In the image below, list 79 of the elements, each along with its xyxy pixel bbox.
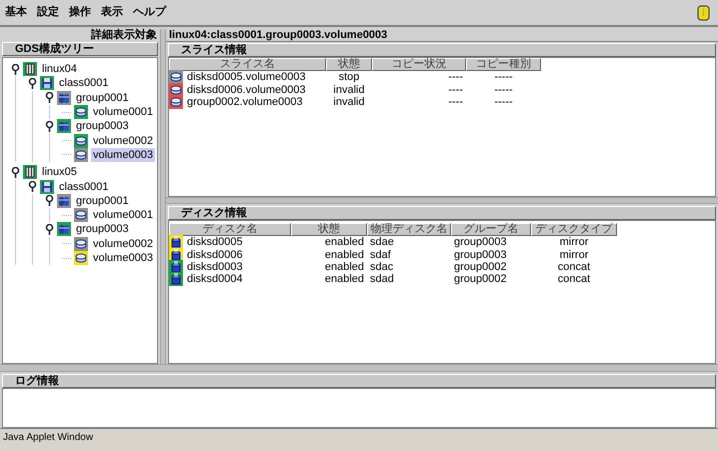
table-cell-text: enabled — [324, 236, 365, 248]
table-cell-text: ----- — [493, 96, 514, 108]
expand-handle-icon[interactable] — [28, 181, 37, 192]
table-cell-text: mirror — [558, 248, 590, 261]
panel-title: GDS構成ツリー — [2, 42, 158, 56]
tree-item[interactable]: volume0002 — [91, 236, 155, 251]
expand-handle-icon[interactable] — [45, 195, 54, 206]
tree-item[interactable]: group0001 — [74, 194, 131, 208]
panel-title: スライス情報 — [168, 43, 716, 57]
table-cell-text: group0002 — [453, 260, 508, 273]
table-cell-text: ---- — [447, 71, 464, 84]
panel-title: ログ情報 — [2, 374, 716, 388]
table-cell-text: invalid — [332, 96, 366, 108]
table-cell-text: group0003 — [453, 248, 508, 261]
column-header[interactable]: 物理ディスク名 — [367, 223, 451, 236]
table-cell-text: concat — [556, 273, 592, 286]
panel-title: ディスク情報 — [168, 206, 716, 220]
tree-item[interactable]: volume0003 — [91, 148, 155, 162]
table-cell: disksd0003 — [187, 260, 243, 273]
tree-item[interactable]: volume0001 — [91, 208, 155, 222]
cylinder-icon[interactable] — [697, 4, 710, 20]
column-header[interactable]: 状態 — [326, 58, 372, 71]
tree-item[interactable]: group0003 — [74, 119, 131, 134]
splitter-handle[interactable] — [160, 29, 166, 364]
tree-item[interactable]: volume0003 — [91, 251, 155, 265]
expand-handle-icon[interactable] — [11, 166, 20, 178]
table-cell: disksd0006.volume0003 — [187, 84, 306, 96]
detail-path: linux04:class0001.group0003.volume0003 — [166, 29, 718, 42]
tree-item[interactable]: group0001 — [74, 90, 131, 105]
menu-item[interactable]: ヘルプ — [132, 4, 167, 21]
expand-handle-icon[interactable] — [45, 120, 54, 132]
tree-item[interactable]: linux04 — [40, 62, 79, 76]
table-cell-text: enabled — [324, 248, 365, 261]
table-cell-text: group0002 — [453, 273, 508, 286]
tree-item[interactable]: group0003 — [74, 222, 131, 236]
expand-handle-icon[interactable] — [45, 92, 54, 104]
table-cell-text: invalid — [332, 84, 366, 96]
menu-item[interactable]: 設定 — [36, 4, 60, 21]
table-cell: disksd0005 — [187, 236, 243, 248]
expand-handle-icon[interactable] — [45, 224, 54, 235]
table-cell-text: enabled — [324, 260, 365, 273]
column-header[interactable]: ディスク名 — [169, 223, 291, 236]
menu-item[interactable]: 表示 — [100, 4, 124, 21]
column-header[interactable]: ディスクタイプ — [531, 223, 617, 236]
table-cell-text: concat — [556, 260, 592, 273]
table-cell-text: ----- — [493, 71, 514, 84]
column-header[interactable]: コピー状況 — [372, 58, 466, 71]
column-header[interactable]: 状態 — [291, 223, 367, 236]
tree-item[interactable]: volume0002 — [91, 134, 155, 148]
expand-handle-icon[interactable] — [28, 78, 37, 89]
table-cell: disksd0005.volume0003 — [187, 71, 306, 84]
tree-item[interactable]: class0001 — [57, 76, 111, 90]
table-cell-text: sdac — [369, 260, 394, 273]
tree-item[interactable]: linux05 — [40, 165, 79, 180]
menu-item[interactable]: 基本 — [4, 4, 28, 21]
table-cell-text: ---- — [447, 96, 464, 108]
table-cell-text: stop — [338, 71, 360, 84]
splitter-handle[interactable] — [0, 364, 718, 372]
expand-handle-icon[interactable] — [11, 64, 20, 75]
table-cell-text: sdad — [369, 273, 395, 286]
table-cell: group0002.volume0003 — [187, 96, 303, 108]
table-cell-text: ---- — [447, 84, 464, 96]
column-header[interactable]: スライス名 — [169, 58, 326, 71]
table-cell-text: mirror — [558, 236, 590, 248]
table-cell-text: group0003 — [453, 236, 508, 248]
tree-item[interactable]: class0001 — [57, 180, 111, 194]
table-cell-text: sdae — [369, 236, 395, 248]
menu-item[interactable]: 操作 — [68, 4, 92, 21]
column-header[interactable]: グループ名 — [451, 223, 531, 236]
table-cell-text: enabled — [324, 273, 365, 286]
table-cell-text: ----- — [493, 84, 514, 96]
table-cell-text: sdaf — [369, 248, 392, 261]
column-header[interactable]: コピー種別 — [466, 58, 541, 71]
table-cell: disksd0006 — [187, 248, 243, 261]
table-cell: disksd0004 — [187, 273, 243, 286]
pane-caption: 詳細表示対象 — [90, 29, 158, 42]
splitter-handle[interactable] — [166, 197, 718, 204]
status-bar: Java Applet Window — [0, 428, 718, 451]
tree-item[interactable]: volume0001 — [91, 105, 155, 120]
